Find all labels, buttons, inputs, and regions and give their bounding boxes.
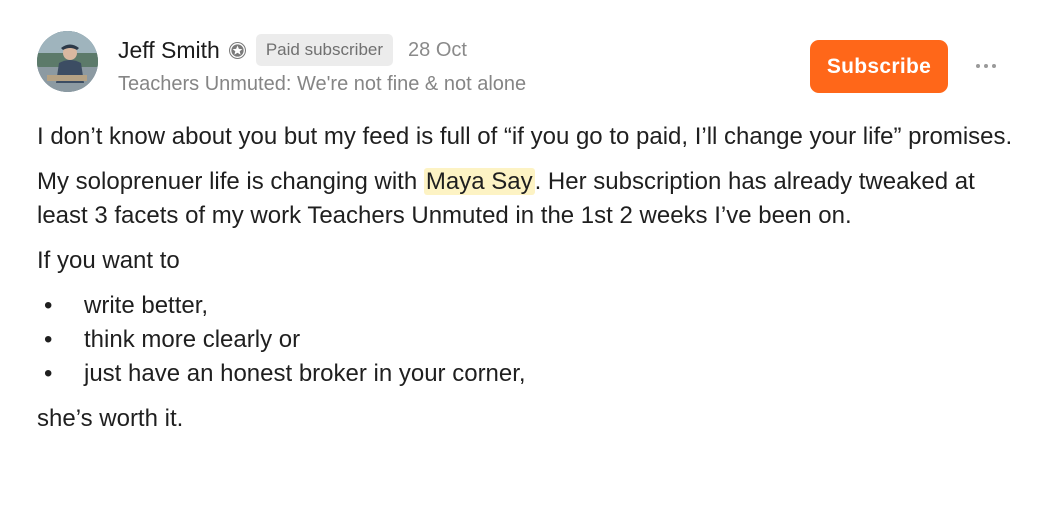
paragraph: My soloprenuer life is changing with May… <box>37 165 1027 233</box>
comment-date[interactable]: 28 Oct <box>408 39 467 62</box>
avatar[interactable] <box>37 31 98 92</box>
paragraph: she’s worth it. <box>37 405 184 432</box>
paid-subscriber-badge: Paid subscriber <box>255 34 394 66</box>
paragraph: If you want to <box>37 247 180 274</box>
list-item: just have an honest broker in your corne… <box>37 357 1027 391</box>
avatar-photo <box>37 31 98 92</box>
paragraph-text: My soloprenuer life is changing with <box>37 168 424 195</box>
comment-header: Jeff Smith Paid subscriber 28 Oct <box>118 34 467 66</box>
mention-link[interactable]: Maya Say <box>423 168 535 195</box>
comment-body: I don’t know about you but my feed is fu… <box>37 120 1027 447</box>
bullet-list: write better, think more clearly or just… <box>37 289 1027 391</box>
list-item: write better, <box>37 289 1027 323</box>
publication-name[interactable]: Teachers Unmuted: We're not fine & not a… <box>118 73 526 96</box>
verified-badge-icon <box>228 41 247 60</box>
paragraph: I don’t know about you but my feed is fu… <box>37 123 1013 150</box>
more-options-icon[interactable] <box>972 54 1000 78</box>
author-name[interactable]: Jeff Smith <box>118 37 220 64</box>
subscribe-button[interactable]: Subscribe <box>810 40 948 93</box>
list-item: think more clearly or <box>37 323 1027 357</box>
